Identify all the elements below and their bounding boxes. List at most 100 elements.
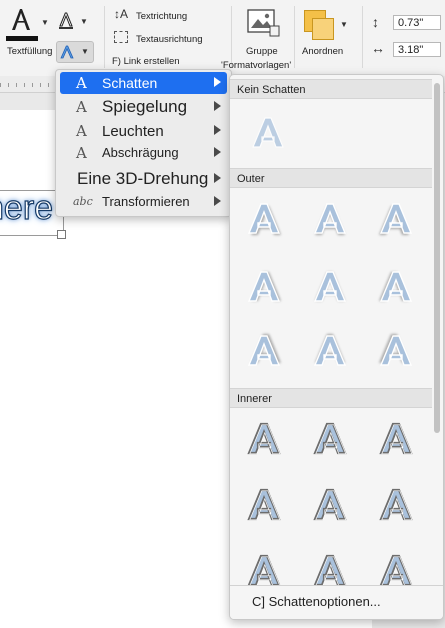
shadow-a-icon: [247, 488, 281, 521]
shadow-a-icon: [379, 334, 413, 366]
gallery-footer: C] Schattenoptionen...: [230, 585, 443, 619]
chevron-down-icon: ▼: [81, 47, 89, 56]
ribbon: ▼ ▼ Textfüllung ▼ ↕A Textrichtung Textau…: [0, 0, 445, 77]
text-color-bar: [6, 36, 38, 41]
ribbon-separator: [104, 6, 105, 68]
chevron-down-icon[interactable]: ▼: [80, 17, 88, 26]
shadow-preset-outer[interactable]: [310, 331, 350, 371]
text-effects-button[interactable]: ▼: [56, 41, 94, 63]
arrange-button[interactable]: ▼ Anordnen: [300, 8, 356, 60]
textfill-label: Textfüllung: [7, 46, 53, 57]
text-alignment-label: Textausrichtung: [136, 34, 203, 45]
shadow-preset-outer[interactable]: [244, 331, 284, 371]
shadow-a-icon: [379, 488, 413, 521]
shadow-a-icon: [247, 422, 281, 455]
ribbon-separator: [231, 6, 232, 68]
text-alignment-button[interactable]: Textausrichtung: [114, 31, 214, 47]
text-outline-button[interactable]: [56, 10, 78, 32]
group-label: Gruppe: [246, 46, 278, 57]
shadow-preset-outer[interactable]: [310, 199, 350, 239]
menu-item-glow[interactable]: A Leuchten: [60, 120, 227, 142]
menu-item-bevel[interactable]: A Abschrägung: [60, 142, 227, 164]
shadow-a-icon: [247, 203, 281, 235]
shadow-a-icon: [313, 203, 347, 235]
shadow-preset-outer[interactable]: [376, 199, 416, 239]
menu-item-shadow[interactable]: A Schatten: [60, 72, 227, 94]
shadow-a-icon: [313, 488, 347, 521]
resize-handle[interactable]: [57, 230, 66, 239]
shadow-preset-outer[interactable]: [244, 199, 284, 239]
shadow-preset-none[interactable]: [248, 113, 288, 153]
shadow-a-icon: [313, 334, 347, 366]
shadow-a-icon: [313, 422, 347, 455]
create-link-button[interactable]: F) Link erstellen: [112, 56, 180, 67]
text-effects-menu: A Schatten A Spiegelung A Leuchten A Abs…: [55, 69, 232, 217]
shadow-preset-inner[interactable]: [376, 485, 416, 525]
ribbon-separator: [362, 6, 363, 68]
shadow-gallery: Kein Schatten Outer Innerer C] Schatteno…: [229, 74, 444, 620]
shadow-options-button[interactable]: C] Schattenoptionen...: [252, 594, 381, 609]
menu-item-transform[interactable]: abc Transformieren: [60, 191, 227, 213]
gallery-scrollbar[interactable]: [434, 83, 440, 433]
shadow-a-icon: [247, 271, 281, 302]
shadow-preset-outer[interactable]: [244, 267, 284, 307]
menu-item-label: Schatten: [102, 75, 158, 91]
shadow-preset-inner[interactable]: [310, 419, 350, 459]
menu-item-label: Leuchten: [102, 123, 164, 140]
bevel-a-icon: A: [76, 144, 87, 162]
shadow-preset-inner[interactable]: [244, 419, 284, 459]
shadow-a-icon: [313, 271, 347, 302]
wordart-text: nere: [0, 188, 54, 227]
shadow-a-icon: [247, 334, 281, 366]
chevron-right-icon: [214, 196, 221, 206]
arrange-label: Anordnen: [302, 46, 344, 57]
text-alignment-icon: [114, 31, 128, 43]
shadow-preset-outer[interactable]: [376, 331, 416, 371]
shadow-a-icon: A: [76, 74, 87, 92]
reflection-a-icon: A: [76, 98, 87, 116]
glow-a-icon: A: [76, 122, 87, 140]
shadow-a-icon: [252, 117, 284, 148]
chevron-down-icon[interactable]: ▼: [41, 18, 49, 27]
shadow-a-icon: [379, 271, 413, 302]
shadow-a-icon: [379, 203, 413, 235]
menu-item-reflection[interactable]: A Spiegelung: [60, 96, 227, 118]
group-button[interactable]: Gruppe: [240, 8, 290, 58]
chevron-right-icon: [214, 125, 221, 135]
chevron-right-icon: [214, 173, 221, 183]
shadow-preset-outer[interactable]: [310, 267, 350, 307]
section-header-outer: Outer: [230, 168, 432, 188]
height-input[interactable]: 0.73": [393, 15, 441, 30]
format-templates-label: 'Formatvorlagen': [221, 60, 292, 71]
menu-item-label: Spiegelung: [102, 97, 188, 116]
width-icon: ↔: [371, 40, 385, 56]
ribbon-separator: [294, 6, 295, 68]
section-header-inner: Innerer: [230, 388, 432, 408]
text-outline-a-icon: [59, 12, 73, 29]
menu-item-label: Abschrägung: [102, 145, 179, 160]
text-direction-icon: ↕A: [114, 7, 129, 21]
transform-abc-icon: abc: [73, 195, 93, 208]
shadow-preset-outer[interactable]: [376, 267, 416, 307]
chevron-right-icon: [214, 77, 221, 87]
menu-item-3d-rotation[interactable]: Eine 3D-Drehung: [60, 168, 227, 190]
text-direction-button[interactable]: ↕A Textrichtung: [114, 7, 214, 24]
shadow-preset-inner[interactable]: [376, 419, 416, 459]
text-direction-label: Textrichtung: [136, 11, 188, 22]
arrange-icon: [304, 10, 334, 40]
menu-item-label: Eine 3D-Drehung: [77, 169, 209, 188]
text-color-a-icon: [12, 9, 30, 30]
picture-group-icon: [247, 9, 280, 37]
width-input[interactable]: 3.18": [393, 42, 441, 57]
shadow-preset-inner[interactable]: [244, 485, 284, 525]
text-effects-a-icon: [60, 45, 74, 59]
chevron-right-icon: [214, 101, 221, 111]
chevron-right-icon: [214, 147, 221, 157]
chevron-down-icon: ▼: [340, 20, 348, 29]
height-icon: ↕: [372, 14, 379, 30]
shadow-preset-inner[interactable]: [310, 485, 350, 525]
ruler-ticks: [0, 83, 60, 87]
menu-item-label: Transformieren: [102, 194, 190, 209]
section-header-none: Kein Schatten: [230, 79, 432, 99]
text-color-button[interactable]: [6, 6, 42, 41]
